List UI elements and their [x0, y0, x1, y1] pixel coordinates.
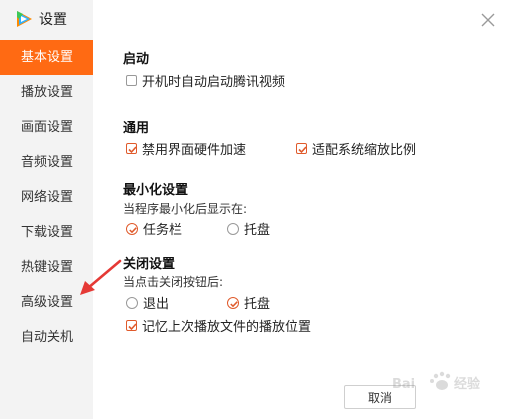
- autostart-checkbox[interactable]: 开机时自动启动腾讯视频: [126, 71, 285, 90]
- radio-unchecked-icon: [227, 222, 239, 235]
- checkbox-unchecked: [126, 75, 137, 86]
- dpi-scale-label: 适配系统缩放比例: [312, 143, 417, 158]
- autostart-label: 开机时自动启动腾讯视频: [142, 75, 286, 90]
- minimize-taskbar-radio[interactable]: 任务栏: [126, 219, 182, 238]
- dpi-scale-checkbox[interactable]: 适配系统缩放比例: [296, 139, 416, 158]
- radio-checked-icon: [126, 222, 138, 235]
- section-title-close: 关闭设置: [123, 257, 176, 272]
- disable-hw-accel-label: 禁用界面硬件加速: [142, 143, 247, 158]
- disable-hw-accel-checkbox[interactable]: 禁用界面硬件加速: [126, 139, 246, 158]
- radio-checked-icon: [227, 296, 239, 309]
- tray-label: 托盘: [244, 223, 271, 238]
- taskbar-label: 任务栏: [143, 223, 183, 238]
- section-title-startup: 启动: [123, 52, 150, 67]
- close-tray-radio[interactable]: 托盘: [227, 293, 270, 312]
- checkmark-icon: [296, 143, 307, 154]
- checkmark-icon: [126, 143, 137, 154]
- settings-content: 启动 开机时自动启动腾讯视频 通用 禁用界面硬件加速 适配系统缩放比例 最小化设…: [0, 0, 510, 419]
- close-description: 当点击关闭按钮后:: [123, 275, 224, 289]
- settings-window: 设置 基本设置 播放设置 画面设置 音频设置 网络设置 下载设置 热键设置 高级…: [0, 0, 510, 419]
- radio-unchecked-icon: [126, 296, 138, 309]
- watermark-text: Bai: [392, 377, 415, 392]
- close-exit-radio[interactable]: 退出: [126, 293, 169, 312]
- section-title-minimize: 最小化设置: [123, 183, 189, 198]
- remember-position-label: 记忆上次播放文件的播放位置: [142, 320, 312, 335]
- annotation-arrow-icon: [76, 258, 126, 302]
- minimize-tray-radio[interactable]: 托盘: [227, 219, 270, 238]
- baidu-paw-icon: Bai 经验: [392, 371, 481, 392]
- exit-label: 退出: [143, 297, 170, 312]
- minimize-description: 当程序最小化后显示在:: [123, 202, 248, 216]
- watermark-suffix: 经验: [454, 376, 481, 392]
- section-title-general: 通用: [123, 121, 150, 136]
- watermark: Bai 经验: [392, 368, 502, 402]
- checkmark-icon: [126, 320, 137, 331]
- remember-position-checkbox[interactable]: 记忆上次播放文件的播放位置: [126, 316, 311, 335]
- close-tray-label: 托盘: [244, 297, 271, 312]
